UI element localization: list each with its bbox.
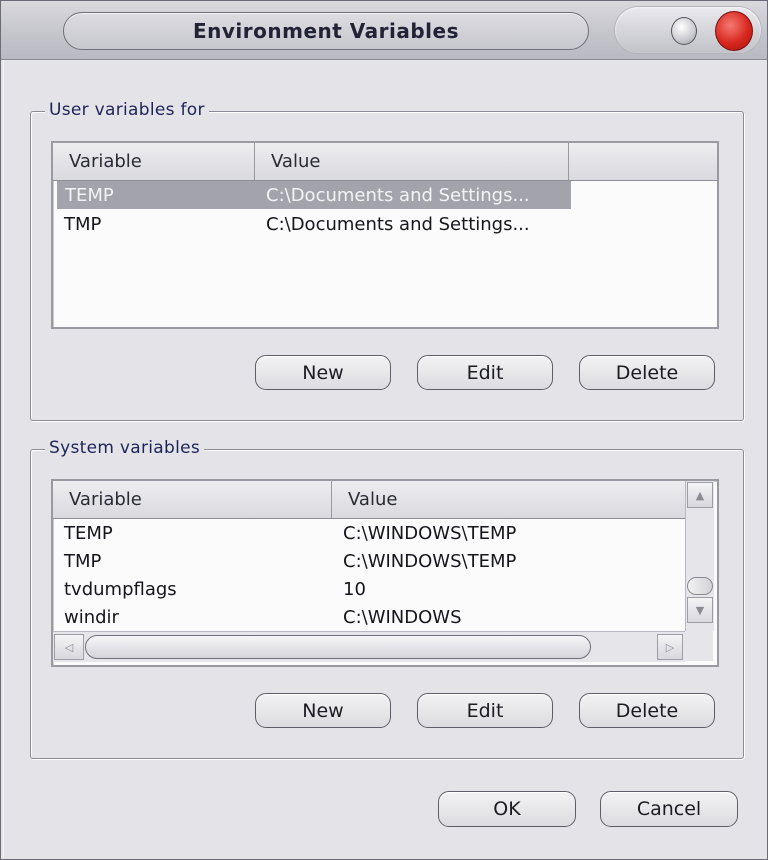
system-variables-group: System variables Variable Value TEMP C:\…	[30, 438, 744, 759]
system-variables-list[interactable]: Variable Value TEMP C:\WINDOWS\TEMP TMP …	[51, 479, 719, 667]
list-item[interactable]: tvdumpflags 10	[53, 575, 672, 603]
column-header-variable[interactable]: Variable	[53, 481, 332, 518]
scroll-up-icon[interactable]: ▲	[687, 482, 713, 508]
value-cell: C:\WINDOWS	[343, 606, 462, 628]
column-header-value[interactable]: Value	[332, 481, 685, 518]
variable-cell: windir	[64, 606, 119, 628]
scroll-right-icon[interactable]: ▷	[657, 634, 683, 660]
vertical-scrollbar[interactable]: ▲ ▼	[685, 481, 714, 631]
variable-cell: tvdumpflags	[64, 578, 177, 600]
environment-variables-dialog: Environment Variables User variables for…	[0, 0, 768, 860]
variable-cell: TEMP	[64, 522, 113, 544]
user-new-button[interactable]: New	[255, 355, 391, 390]
list-item[interactable]: TEMP C:\WINDOWS\TEMP	[53, 519, 672, 547]
close-icon[interactable]	[715, 11, 753, 51]
variable-cell: TMP	[64, 550, 102, 572]
list-item[interactable]: TMP C:\WINDOWS\TEMP	[53, 547, 672, 575]
system-delete-button[interactable]: Delete	[579, 693, 715, 728]
user-variables-legend: User variables for	[45, 100, 209, 120]
dialog-body: User variables for Variable Value TEMP C…	[3, 60, 766, 857]
list-item[interactable]: TMP C:\Documents and Settings...	[53, 210, 571, 238]
column-header-empty	[569, 143, 717, 180]
variable-cell: TEMP	[65, 184, 114, 206]
vertical-scroll-thumb[interactable]	[687, 577, 713, 595]
system-new-button[interactable]: New	[255, 693, 391, 728]
system-edit-button[interactable]: Edit	[417, 693, 553, 728]
list-item[interactable]: windir C:\WINDOWS	[53, 603, 672, 631]
user-delete-button[interactable]: Delete	[579, 355, 715, 390]
value-cell: 10	[343, 578, 366, 600]
title-pill: Environment Variables	[63, 12, 589, 50]
user-variables-list[interactable]: Variable Value TEMP C:\Documents and Set…	[51, 141, 719, 329]
variable-cell: TMP	[64, 213, 102, 235]
horizontal-scroll-thumb[interactable]	[85, 635, 591, 659]
value-cell: C:\Documents and Settings...	[266, 184, 530, 206]
scrollbar-corner	[685, 631, 713, 661]
list-header: Variable Value	[53, 481, 685, 519]
column-header-variable[interactable]: Variable	[53, 143, 255, 180]
minimize-icon[interactable]	[671, 17, 697, 45]
cancel-button[interactable]: Cancel	[600, 791, 738, 827]
user-variables-group: User variables for Variable Value TEMP C…	[30, 100, 744, 421]
system-variables-legend: System variables	[45, 438, 205, 458]
list-item[interactable]: TEMP C:\Documents and Settings...	[53, 181, 571, 209]
title-bar[interactable]: Environment Variables	[1, 1, 767, 60]
list-header: Variable Value	[53, 143, 717, 181]
user-edit-button[interactable]: Edit	[417, 355, 553, 390]
scroll-left-icon[interactable]: ◁	[54, 634, 84, 660]
column-header-value[interactable]: Value	[255, 143, 569, 180]
ok-button[interactable]: OK	[438, 791, 576, 827]
value-cell: C:\Documents and Settings...	[266, 213, 530, 235]
window-title: Environment Variables	[192, 19, 460, 43]
horizontal-scrollbar[interactable]: ◁ ▷	[53, 631, 685, 662]
scroll-down-icon[interactable]: ▼	[687, 597, 713, 623]
value-cell: C:\WINDOWS\TEMP	[343, 522, 517, 544]
value-cell: C:\WINDOWS\TEMP	[343, 550, 517, 572]
